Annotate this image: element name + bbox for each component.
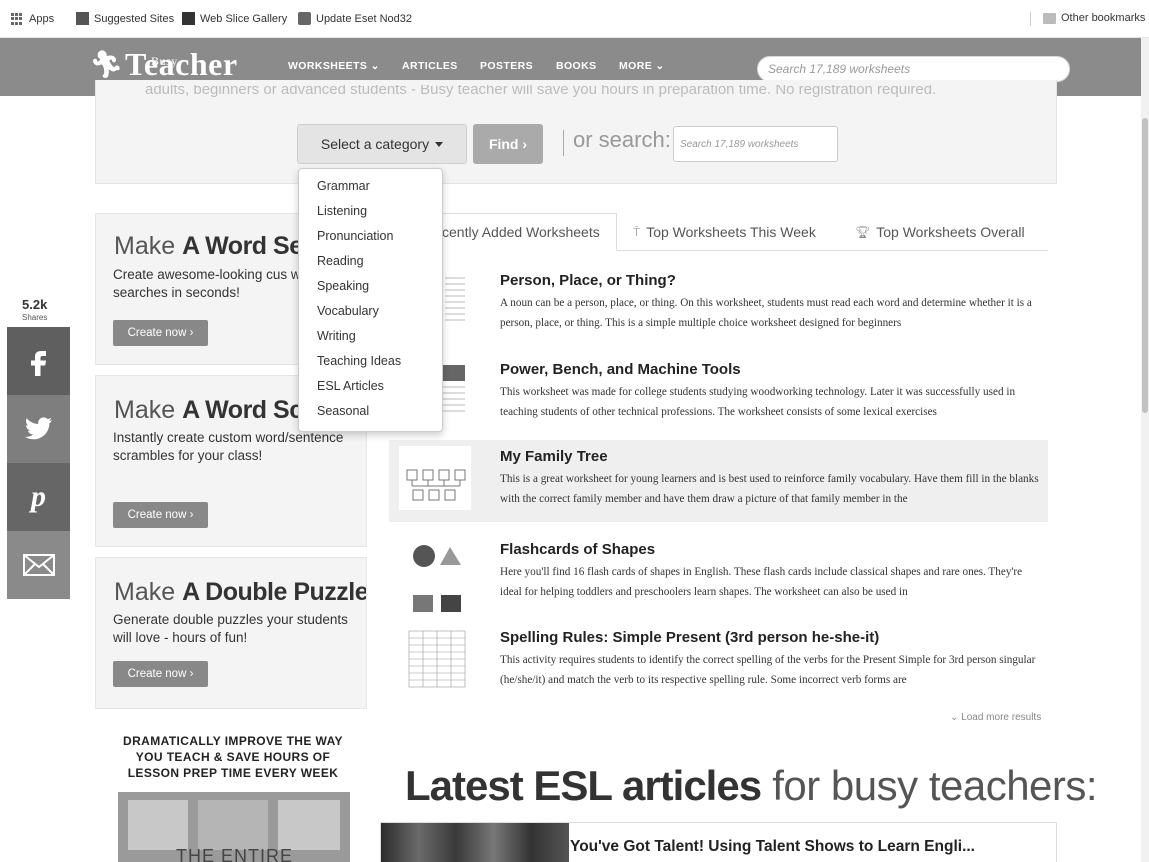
worksheet-description: This worksheet was made for college stud… (500, 386, 1016, 418)
worksheet-item[interactable]: My Family Tree This is a great worksheet… (389, 440, 1048, 522)
share-twitter-button[interactable] (7, 395, 70, 463)
hero-intro-text: adults, beginners or advanced students -… (145, 85, 937, 98)
bookmark-eset[interactable]: Update Eset Nod32 (298, 12, 412, 25)
mail-icon (22, 554, 55, 576)
article-card[interactable]: You've Got Talent! Using Talent Shows to… (380, 822, 1057, 862)
running-man-icon: 🏃︎ (90, 49, 124, 79)
promo-description: Instantly create custom word/sentence sc… (113, 430, 344, 463)
worksheet-description: This is a great worksheet for young lear… (500, 473, 1039, 505)
nav-posters[interactable]: POSTERS (480, 60, 533, 72)
create-now-button[interactable]: Create now › (113, 320, 208, 346)
bookmarks-divider (1030, 12, 1031, 26)
bookmark-apps[interactable]: Apps (11, 12, 54, 25)
worksheet-title[interactable]: Spelling Rules: Simple Present (3rd pers… (500, 629, 879, 646)
worksheet-description: A noun can be a person, place, or thing.… (500, 297, 1032, 329)
nav-more[interactable]: MORE ⌄ (619, 60, 665, 72)
worksheet-thumbnail (407, 539, 467, 617)
pinterest-icon: p (31, 480, 46, 513)
nav-articles[interactable]: ARTICLES (402, 60, 458, 72)
promo-headline: DRAMATICALLY IMPROVE THE WAY YOU TEACH &… (123, 734, 343, 780)
worksheet-title[interactable]: Flashcards of Shapes (500, 541, 655, 558)
load-more-link[interactable]: ⌄ Load more results (950, 712, 1041, 723)
nav-worksheets[interactable]: WORKSHEETS ⌄ (288, 60, 380, 72)
worksheet-thumbnail (407, 627, 467, 691)
worksheet-description: This activity requires students to ident… (500, 654, 1036, 686)
worksheet-title[interactable]: Person, Place, or Thing? (500, 272, 676, 289)
twitter-icon (24, 417, 52, 440)
promo-title: Make A Double Puzzle: (114, 578, 367, 606)
nav-books[interactable]: BOOKS (556, 60, 597, 72)
promo-title: Make A Word Sea (114, 232, 317, 260)
share-count: 5.2k Shares (22, 297, 48, 322)
dropdown-item-vocabulary[interactable]: Vocabulary (299, 299, 442, 324)
apps-grid-icon (11, 12, 24, 25)
site-logo[interactable]: 🏃︎ Busy Teacher (90, 44, 238, 84)
dropdown-item-reading[interactable]: Reading (299, 249, 442, 274)
worksheet-item[interactable]: Person, Place, or Thing? A noun can be a… (389, 264, 1048, 346)
article-image[interactable] (381, 823, 569, 862)
find-button[interactable]: Find › (473, 124, 543, 164)
dropdown-item-speaking[interactable]: Speaking (299, 274, 442, 299)
book-cover-image[interactable]: THE ENTIRE (118, 792, 350, 862)
bookmark-suggested-sites[interactable]: Suggested Sites (76, 12, 174, 25)
dropdown-item-grammar[interactable]: Grammar (299, 174, 442, 199)
article-title[interactable]: You've Got Talent! Using Talent Shows to… (570, 838, 975, 856)
book-title: THE ENTIRE (176, 846, 294, 862)
worksheet-item[interactable]: Power, Bench, and Machine Tools This wor… (389, 353, 1048, 435)
scrollbar-thumb[interactable] (1142, 118, 1148, 413)
bookmarks-bar: Apps Suggested Sites Web Slice Gallery U… (0, 0, 1149, 38)
tab-recently-added[interactable]: cently Added Worksheets (442, 213, 600, 251)
share-pinterest-button[interactable]: p (7, 463, 70, 531)
facebook-icon (30, 351, 46, 376)
pin-icon: ⍑ (633, 224, 641, 239)
category-select[interactable]: Select a category (297, 124, 467, 164)
folder-icon (1043, 12, 1056, 24)
dropdown-item-writing[interactable]: Writing (299, 324, 442, 349)
share-facebook-button[interactable] (7, 327, 70, 395)
hero-search-input[interactable]: Search 17,189 worksheets (673, 126, 838, 162)
promo-description: Generate double puzzles your students wi… (113, 612, 348, 645)
create-now-button[interactable]: Create now › (113, 502, 208, 528)
bookmark-other[interactable]: Other bookmarks (1043, 12, 1145, 24)
trophy-icon: 🏆︎ (855, 225, 871, 239)
category-dropdown: Grammar Listening Pronunciation Reading … (298, 168, 443, 432)
header-search-input[interactable]: Search 17,189 worksheets (757, 56, 1070, 82)
worksheet-title[interactable]: My Family Tree (500, 448, 608, 465)
caret-down-icon (435, 141, 444, 147)
divider (563, 130, 564, 156)
tab-top-overall[interactable]: 🏆︎ Top Worksheets Overall (855, 213, 1025, 251)
tab-top-this-week[interactable]: ⍑ Top Worksheets This Week (633, 213, 816, 251)
worksheet-description: Here you'll find 16 flash cards of shape… (500, 566, 1023, 598)
web-slice-icon (182, 12, 195, 25)
dropdown-item-esl-articles[interactable]: ESL Articles (299, 374, 442, 399)
create-now-button[interactable]: Create now › (113, 661, 208, 687)
dropdown-item-listening[interactable]: Listening (299, 199, 442, 224)
worksheet-item[interactable]: Flashcards of Shapes Here you'll find 16… (389, 533, 1048, 617)
worksheet-title[interactable]: Power, Bench, and Machine Tools (500, 361, 741, 378)
eset-icon (298, 12, 311, 25)
latest-articles-heading: Latest ESL articles for busy teachers: (405, 762, 1098, 809)
bookmark-web-slice-gallery[interactable]: Web Slice Gallery (182, 12, 287, 25)
suggested-sites-icon (76, 12, 89, 25)
dropdown-item-pronunciation[interactable]: Pronunciation (299, 224, 442, 249)
promo-double-puzzle: Make A Double Puzzle: Generate double pu… (95, 557, 367, 709)
dropdown-item-teaching-ideas[interactable]: Teaching Ideas (299, 349, 442, 374)
share-email-button[interactable] (7, 531, 70, 599)
dropdown-item-seasonal[interactable]: Seasonal (299, 399, 442, 424)
or-search-label: or search: (573, 127, 671, 152)
worksheet-item[interactable]: Spelling Rules: Simple Present (3rd pers… (389, 621, 1048, 703)
worksheet-thumbnail (399, 446, 471, 510)
